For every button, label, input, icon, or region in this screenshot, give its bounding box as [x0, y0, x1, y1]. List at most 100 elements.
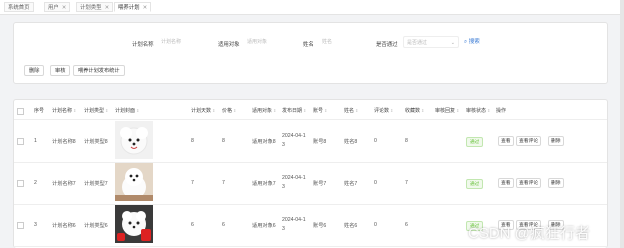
col-target[interactable]: 适用对象⇕ — [252, 107, 276, 114]
chevron-down-icon: ⌄ — [450, 40, 455, 46]
cell-date: 2024-04-1 3 — [282, 133, 306, 148]
sort-icon[interactable]: ⇕ — [421, 108, 424, 113]
cell-price: 6 — [222, 222, 225, 228]
plan-cover-image — [115, 121, 153, 159]
col-date[interactable]: 发布日期⇕ — [282, 107, 306, 114]
cell-target: 适用对象7 — [252, 181, 276, 187]
cell-person: 姓名8 — [344, 139, 358, 145]
view-comments-button[interactable]: 查看评论 — [516, 136, 542, 146]
col-cover[interactable]: 计划封面⇕ — [115, 107, 139, 114]
col-label: 审核回复 — [435, 108, 456, 114]
scrollbar[interactable] — [620, 0, 624, 248]
cell-account: 账号6 — [313, 223, 327, 229]
cell-price: 8 — [222, 138, 225, 144]
cell-index: 2 — [34, 180, 37, 186]
sort-icon[interactable]: ⇕ — [212, 108, 215, 113]
cell-index: 3 — [34, 222, 37, 228]
col-index: 序号 — [34, 107, 44, 114]
review-select-value: 是否通过 — [407, 40, 428, 46]
status-badge: 通过 — [466, 179, 484, 189]
cell-plan-type: 计划类型8 — [84, 139, 108, 145]
tab-bar: 系统首页 用户 ✕ 计划类型 ✕ 喂养计划 ✕ — [0, 0, 624, 15]
col-label: 账号 — [313, 108, 324, 114]
col-label: 发布日期 — [282, 108, 303, 114]
col-label: 计划封面 — [115, 108, 136, 114]
sort-icon[interactable]: ⇕ — [487, 108, 490, 113]
status-badge: 通过 — [466, 137, 484, 147]
table-row: 2 计划名称7 计划类型7 7 7 适用对象7 2024-04-1 3 账号7 … — [14, 162, 607, 205]
target-input[interactable]: 适用对象 — [244, 36, 298, 48]
col-days[interactable]: 计划天数⇕ — [191, 107, 215, 114]
col-label: 计划名称 — [52, 108, 73, 114]
row-checkbox[interactable] — [17, 222, 24, 229]
plan-cover-image — [115, 205, 153, 243]
cell-date: 2024-04-1 3 — [282, 217, 306, 232]
cell-plan-name: 计划名称7 — [52, 181, 76, 187]
close-icon[interactable]: ✕ — [143, 5, 148, 11]
delete-row-button[interactable]: 删除 — [548, 178, 564, 188]
close-icon[interactable]: ✕ — [105, 5, 110, 11]
tab-label: 喂养计划 — [118, 5, 140, 11]
sort-icon[interactable]: ⇕ — [303, 108, 306, 113]
view-comments-button[interactable]: 查看评论 — [516, 178, 542, 188]
close-icon[interactable]: ✕ — [62, 5, 67, 11]
sort-icon[interactable]: ⇕ — [324, 108, 327, 113]
review-label: 是否通过 — [376, 42, 398, 48]
cell-account: 账号8 — [313, 139, 327, 145]
col-label: 操作 — [496, 108, 507, 114]
sort-icon[interactable]: ⇕ — [73, 108, 76, 113]
cell-account: 账号7 — [313, 181, 327, 187]
view-button[interactable]: 查看 — [498, 178, 514, 188]
col-label: 计划类型 — [84, 108, 105, 114]
col-status[interactable]: 审核状态⇕ — [466, 107, 490, 114]
cell-favorites: 8 — [405, 138, 408, 144]
col-label: 评论数 — [374, 108, 390, 114]
row-checkbox[interactable] — [17, 180, 24, 187]
row-checkbox[interactable] — [17, 138, 24, 145]
sort-icon[interactable]: ⇕ — [105, 108, 108, 113]
cell-comments: 0 — [374, 222, 377, 228]
delete-row-button[interactable]: 删除 — [548, 136, 564, 146]
search-panel: 计划名称 计划名称 适用对象 适用对象 姓名 姓名 是否通过 是否通过 ⌄ ⌕ … — [13, 22, 608, 84]
col-price[interactable]: 价格⇕ — [222, 107, 236, 114]
col-favorites[interactable]: 收藏数⇕ — [405, 107, 424, 114]
sort-icon[interactable]: ⇕ — [233, 108, 236, 113]
col-label: 姓名 — [344, 108, 355, 114]
cell-favorites: 7 — [405, 180, 408, 186]
cell-days: 6 — [191, 222, 194, 228]
review-select[interactable]: 是否通过 ⌄ — [403, 36, 459, 48]
delete-button[interactable]: 删除 — [24, 65, 45, 76]
select-all-checkbox[interactable] — [17, 108, 24, 115]
col-plan-name[interactable]: 计划名称⇕ — [52, 107, 76, 114]
sort-icon[interactable]: ⇕ — [456, 108, 459, 113]
col-comments[interactable]: 评论数⇕ — [374, 107, 393, 114]
col-account[interactable]: 账号⇕ — [313, 107, 327, 114]
cell-days: 8 — [191, 138, 194, 144]
tab-home[interactable]: 系统首页 — [4, 2, 34, 12]
sort-icon[interactable]: ⇕ — [136, 108, 139, 113]
review-button[interactable]: 审核 — [50, 65, 71, 76]
sort-icon[interactable]: ⇕ — [390, 108, 393, 113]
stats-button[interactable]: 喂养计划发布统计 — [73, 65, 125, 76]
name-input[interactable]: 姓名 — [319, 36, 369, 48]
sort-icon[interactable]: ⇕ — [355, 108, 358, 113]
name-label: 姓名 — [303, 42, 314, 48]
plan-name-input[interactable]: 计划名称 — [158, 36, 212, 48]
col-plan-type[interactable]: 计划类型⇕ — [84, 107, 108, 114]
watermark: CSDN @疯狂行者 — [468, 225, 590, 242]
search-button[interactable]: ⌕ 搜索 — [464, 37, 480, 46]
tab-feeding-plan[interactable]: 喂养计划 ✕ — [114, 2, 152, 12]
tab-label: 用户 — [48, 5, 59, 11]
sort-icon[interactable]: ⇕ — [273, 108, 276, 113]
col-person[interactable]: 姓名⇕ — [344, 107, 358, 114]
col-label: 审核状态 — [466, 108, 487, 114]
plan-name-label: 计划名称 — [132, 42, 154, 48]
search-button-label: 搜索 — [468, 39, 480, 45]
tab-plan-type[interactable]: 计划类型 ✕ — [76, 2, 114, 12]
tab-users[interactable]: 用户 ✕ — [44, 2, 71, 12]
view-button[interactable]: 查看 — [498, 136, 514, 146]
col-label: 计划天数 — [191, 108, 212, 114]
col-actions: 操作 — [496, 107, 506, 114]
cell-comments: 0 — [374, 138, 377, 144]
col-reply[interactable]: 审核回复⇕ — [435, 107, 459, 114]
